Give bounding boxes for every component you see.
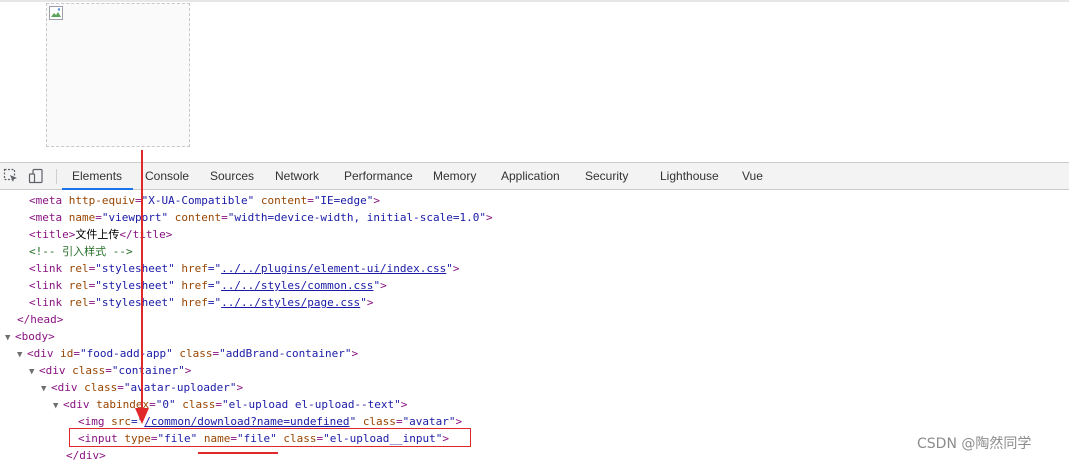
dom-node-link-page[interactable]: <link rel="stylesheet" href="../../style… (29, 294, 373, 311)
toolbar-separator (56, 169, 57, 184)
dom-node-container[interactable]: ▼ <div class="container"> (29, 362, 191, 379)
expand-triangle-icon[interactable]: ▼ (53, 398, 63, 415)
dom-node-link-common[interactable]: <link rel="stylesheet" href="../../style… (29, 277, 387, 294)
annotation-highlight-box (69, 428, 471, 447)
elements-dom-tree: <meta http-equiv="X-UA-Compatible" conte… (0, 190, 1069, 462)
dom-node-meta-compat[interactable]: <meta http-equiv="X-UA-Compatible" conte… (29, 192, 380, 209)
dom-node-link-element-ui[interactable]: <link rel="stylesheet" href="../../plugi… (29, 260, 460, 277)
broken-image-icon (49, 6, 63, 20)
dom-node-body[interactable]: ▼ <body> (5, 328, 55, 345)
device-toggle-icon[interactable] (28, 168, 44, 184)
expand-triangle-icon[interactable]: ▼ (29, 364, 39, 381)
href-link[interactable]: ../../plugins/element-ui/index.css (221, 262, 446, 275)
src-link[interactable]: /common/download?name=undefined (144, 415, 349, 428)
annotation-arrow (141, 150, 143, 412)
tab-security[interactable]: Security (585, 163, 628, 189)
tab-application[interactable]: Application (501, 163, 560, 189)
expand-triangle-icon[interactable]: ▼ (5, 330, 15, 347)
tab-vue[interactable]: Vue (742, 163, 763, 189)
inspect-element-icon[interactable] (3, 168, 19, 184)
dom-node-title[interactable]: <title>文件上传</title> (29, 226, 172, 243)
href-link[interactable]: ../../styles/common.css (221, 279, 373, 292)
annotation-arrowhead (135, 408, 149, 424)
dom-node-el-upload[interactable]: ▼ <div tabindex="0" class="el-upload el-u… (53, 396, 407, 413)
dom-node-head-close[interactable]: </head> (17, 311, 63, 328)
tab-network[interactable]: Network (275, 163, 319, 189)
dom-node-div-close[interactable]: </div> (66, 447, 106, 464)
broken-avatar-image[interactable] (46, 3, 190, 147)
tab-elements[interactable]: Elements (61, 163, 134, 190)
dom-node-food-add-app[interactable]: ▼ <div id="food-add-app" class="addBrand-… (17, 345, 358, 362)
href-link[interactable]: ../../styles/page.css (221, 296, 360, 309)
tab-performance[interactable]: Performance (344, 163, 413, 189)
tab-console[interactable]: Console (145, 163, 189, 189)
annotation-underline (198, 452, 278, 454)
tab-sources[interactable]: Sources (210, 163, 254, 189)
csdn-watermark: CSDN @陶然同学 (917, 436, 1032, 452)
expand-triangle-icon[interactable]: ▼ (17, 347, 27, 364)
dom-node-meta-viewport[interactable]: <meta name="viewport" content="width=dev… (29, 209, 493, 226)
devtools-toolbar: Elements Console Sources Network Perform… (0, 162, 1069, 190)
tab-memory[interactable]: Memory (433, 163, 476, 189)
dom-node-comment[interactable]: <!-- 引入样式 --> (29, 243, 133, 260)
page-viewport (0, 2, 1069, 161)
expand-triangle-icon[interactable]: ▼ (41, 381, 51, 398)
tab-lighthouse[interactable]: Lighthouse (660, 163, 719, 189)
